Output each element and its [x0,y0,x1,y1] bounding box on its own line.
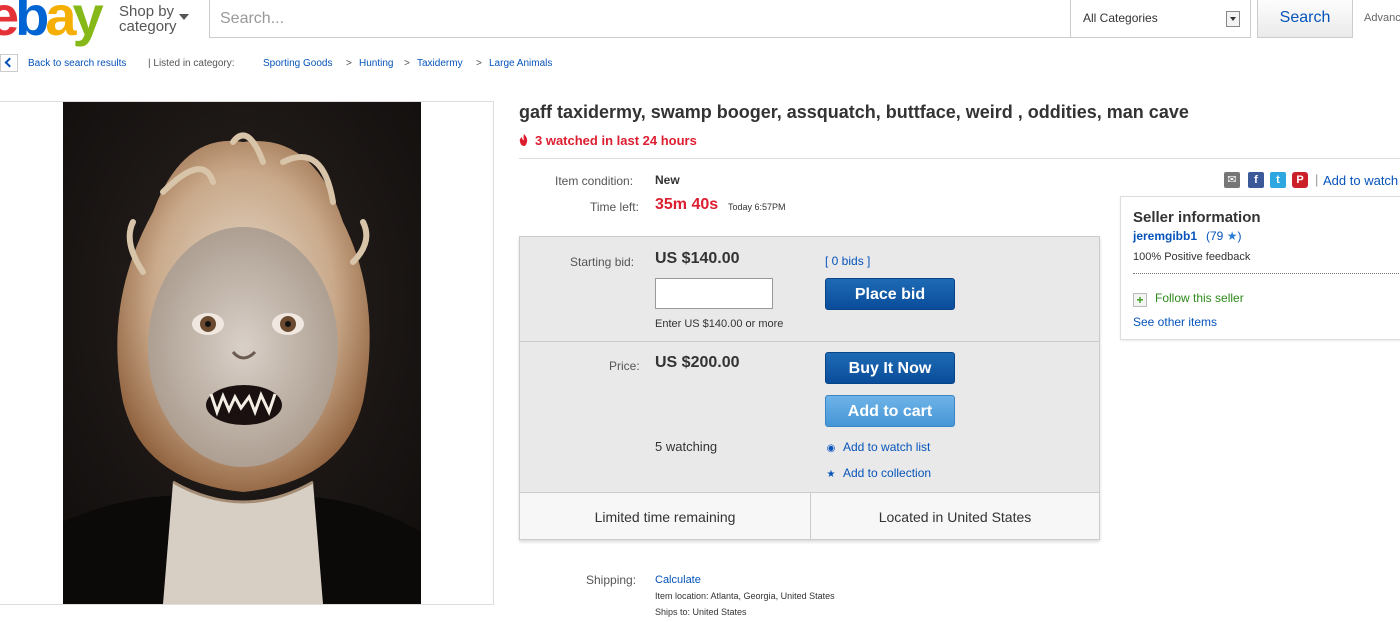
title-divider [519,158,1400,159]
add-to-watch-list-link[interactable]: Add to watch list [1323,173,1400,188]
positive-feedback: 100% Positive feedback [1133,251,1251,263]
back-arrow-icon[interactable] [0,54,18,72]
breadcrumb-separator: > [404,58,410,69]
place-bid-button[interactable]: Place bid [825,278,955,310]
item-title: gaff taxidermy, swamp booger, assquatch,… [519,102,1189,122]
category-select-value: All Categories [1083,11,1158,25]
starting-bid-label: Starting bid: [570,255,635,269]
share-separator: | [1315,172,1319,187]
see-other-items-link[interactable]: See other items [1133,315,1217,329]
breadcrumb-hunting[interactable]: Hunting [359,58,393,69]
seller-info-panel: Seller information jeremgibb1 (79 ★) 100… [1120,196,1400,340]
chevron-down-icon [179,14,189,20]
search-button[interactable]: Search [1257,0,1353,38]
twitter-icon[interactable]: t [1270,172,1286,188]
product-photo[interactable] [63,102,421,604]
search-input[interactable] [220,8,1060,30]
breadcrumb-sporting-goods[interactable]: Sporting Goods [263,58,333,69]
bid-footer: Limited time remaining Located in United… [520,492,1099,540]
back-to-search-link[interactable]: Back to search results [28,58,126,69]
mail-icon[interactable]: ✉ [1224,172,1240,188]
breadcrumb-separator: > [346,58,352,69]
item-location-notice: Located in United States [878,509,1032,525]
watching-count: 5 watching [655,439,718,454]
breadcrumb-large-animals[interactable]: Large Animals [489,58,552,69]
starting-bid-value: US $140.00 [655,250,740,267]
star-icon: ★ [826,469,836,480]
calculate-shipping-link[interactable]: Calculate [655,574,701,586]
shop-by-label-line2: category [119,18,177,35]
flame-icon [519,134,528,146]
watched-text: 3 watched in last 24 hours [535,133,697,148]
bid-panel: Starting bid: US $140.00 [ 0 bids ] Ente… [519,236,1100,540]
ebay-logo[interactable]: ebay [0,0,104,46]
item-condition-label: Item condition: [555,174,634,188]
bid-amount-input[interactable] [655,278,773,309]
price-label: Price: [609,359,640,373]
add-to-watch-list-label: Add to watch list [843,440,931,454]
seller-info-heading: Seller information [1133,209,1261,226]
eye-icon: ◉ [826,443,836,454]
bids-count-link[interactable]: [ 0 bids ] [825,254,870,268]
ships-to: Ships to: United States [655,607,747,617]
item-location: Item location: Atlanta, Georgia, United … [655,591,835,601]
limited-time-notice: Limited time remaining [594,509,736,525]
taxidermy-head-illustration [63,102,421,604]
end-time: Today 6:57PM [728,202,786,212]
buy-it-now-button[interactable]: Buy It Now [825,352,955,384]
pinterest-icon[interactable]: P [1292,172,1308,188]
shop-by-category-button[interactable]: Shop by category [119,3,189,35]
bid-divider [520,341,1099,342]
watched-notice: 3 watched in last 24 hours [519,133,697,148]
category-select[interactable]: All Categories [1071,0,1251,38]
advanced-search-link[interactable]: Advanced [1364,12,1400,24]
shipping-label: Shipping: [586,573,637,587]
star-icon: ★ [1226,229,1238,243]
add-to-watch-list-button[interactable]: ◉ Add to watch list [825,440,931,454]
add-to-collection-label: Add to collection [843,466,932,480]
time-left-value: 35m 40s [655,196,719,213]
seller-feedback-score[interactable]: (79 ★) [1206,229,1241,243]
time-left-label: Time left: [590,200,639,214]
add-to-collection-button[interactable]: ★ Add to collection [825,466,932,480]
add-to-cart-button[interactable]: Add to cart [825,395,955,427]
item-condition-value: New [655,173,680,187]
price-value: US $200.00 [655,354,740,371]
breadcrumb-separator: > [476,58,482,69]
follow-seller-button[interactable]: + Follow this seller [1133,291,1244,307]
facebook-icon[interactable]: f [1248,172,1264,188]
search-box [209,0,1071,38]
plus-icon: + [1133,293,1147,307]
site-header: ebay Shop by category All Categories Sea… [0,0,1400,46]
breadcrumb-taxidermy[interactable]: Taxidermy [417,58,463,69]
bid-hint: Enter US $140.00 or more [655,318,784,330]
listed-in-label: | Listed in category: [148,58,235,69]
seller-divider [1133,273,1400,274]
seller-name-link[interactable]: jeremgibb1 [1133,229,1197,243]
dropdown-arrow-icon [1226,11,1240,27]
shop-by-label-line1: Shop by [119,3,175,20]
